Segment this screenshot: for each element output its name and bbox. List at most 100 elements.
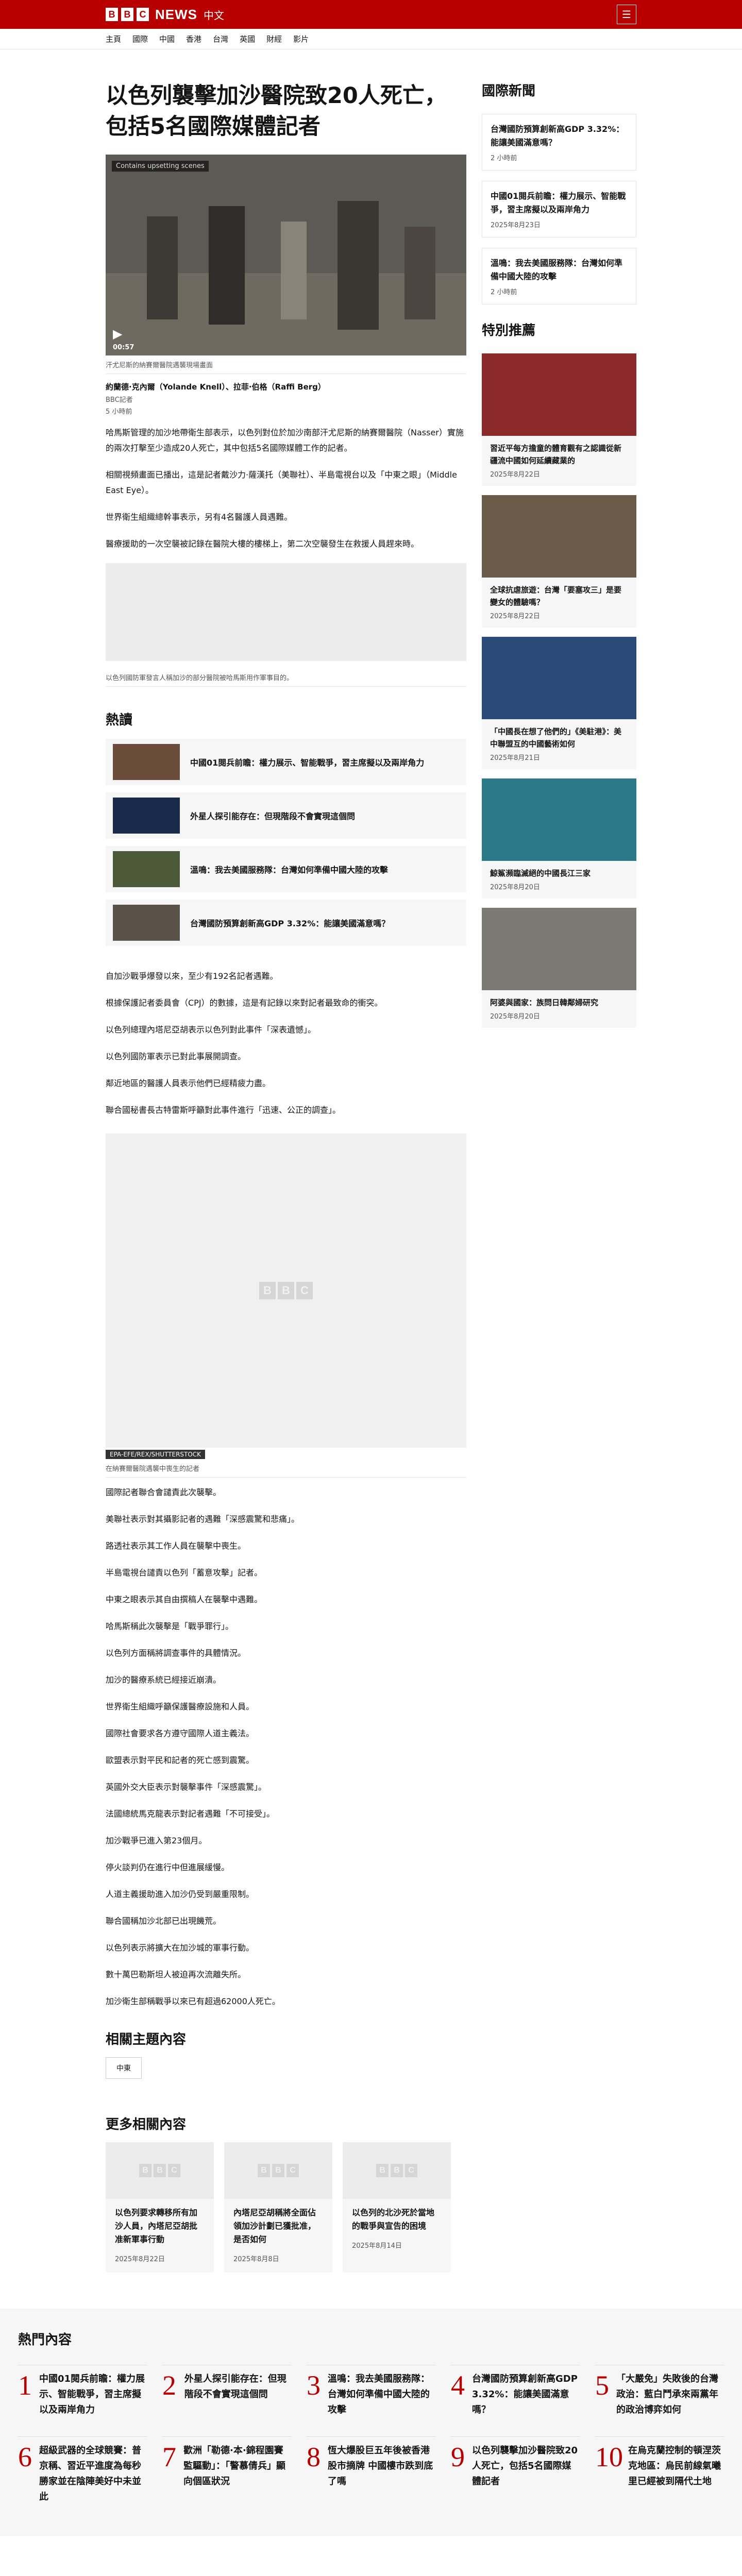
- most-read-item[interactable]: 4 台灣國防預算創新高GDP 3.32%：能讓美國滿意嗎？: [451, 2365, 580, 2418]
- sidebar-item-date: 2025年8月23日: [491, 222, 541, 229]
- paragraph: 國際社會要求各方遵守國際人道主義法。: [106, 1728, 255, 1738]
- video-duration: 00:57: [113, 344, 134, 351]
- hot-item[interactable]: 外星人探引能存在：但現階段不會實現這個問: [106, 792, 466, 839]
- hot-label: 台灣國防預算創新高GDP 3.32%：能讓美國滿意嗎？: [190, 919, 390, 928]
- most-read: 熱門內容 1 中國01閱兵前瞻：權力展示、智能戰爭，習主席擬以及兩岸角力 2 外星人…: [0, 2309, 742, 2536]
- nav-taiwan[interactable]: 台灣: [213, 33, 228, 44]
- featured-label: 「中國長在想了他們的」《美駐港》：美中聯盟互的中國藝術如何: [490, 727, 622, 749]
- rank-number: 3: [307, 2370, 321, 2401]
- paragraph: 以色列方面稱將調查事件的具體情況。: [106, 1648, 246, 1658]
- most-read-label: 台灣國防預算創新高GDP 3.32%：能讓美國滿意嗎？: [472, 2374, 578, 2415]
- embedded-media: [106, 563, 466, 661]
- card-image: BBC: [106, 2142, 214, 2199]
- featured-label: 阿婆與國家：族問日韓鄰婦研究: [490, 998, 599, 1007]
- nav-world[interactable]: 國際: [132, 33, 148, 44]
- sidebar-item[interactable]: 台灣國防預算創新高GDP 3.32%：能讓美國滿意嗎？ 2 小時前: [482, 114, 636, 171]
- nav-china[interactable]: 中國: [159, 33, 175, 44]
- play-icon[interactable]: ▶: [113, 327, 125, 341]
- sidebar-item[interactable]: 中國01閱兵前瞻：權力展示、智能戰爭，習主席擬以及兩岸角力 2025年8月23日: [482, 181, 636, 238]
- article-date: 5 小時前: [106, 408, 132, 416]
- nav-bar: 主頁 國際 中國 香港 台灣 英國 財經 影片: [0, 29, 742, 49]
- hot-thumb: [113, 744, 180, 780]
- most-read-item[interactable]: 9 以色列襲擊加沙醫院致20人死亡，包括5名國際媒體記者: [451, 2436, 580, 2505]
- brand-name: NEWS: [155, 6, 197, 22]
- related-card[interactable]: BBC 以色列的北沙死於當地的戰爭與宣告的困境 2025年8月14日: [343, 2142, 451, 2273]
- featured-image: [482, 908, 636, 990]
- rank-number: 2: [162, 2370, 176, 2401]
- top-bar: B B C NEWS 中文 ☰: [0, 0, 742, 29]
- most-read-title: 熱門內容: [18, 2332, 72, 2348]
- hot-item[interactable]: 台灣國防預算創新高GDP 3.32%：能讓美國滿意嗎？: [106, 900, 466, 946]
- hot-item[interactable]: 溫鳴：我去美國服務隊：台灣如何準備中國大陸的攻擊: [106, 846, 466, 892]
- card-date: 2025年8月22日: [115, 2256, 165, 2263]
- most-read-label: 外星人探引能存在：但現階段不會實現這個問: [184, 2374, 286, 2400]
- logo-block-2: B: [121, 8, 133, 21]
- photo-credit: EPA-EFE/REX/SHUTTERSTOCK: [106, 1450, 206, 1459]
- featured-date: 2025年8月20日: [490, 884, 540, 891]
- topic-tag[interactable]: 中東: [106, 2057, 142, 2079]
- rank-number: 9: [451, 2442, 465, 2472]
- article: 以色列襲擊加沙醫院致20人死亡，包括5名國際媒體記者 Contains upse…: [106, 80, 466, 2273]
- rank-number: 8: [307, 2442, 321, 2472]
- most-read-item[interactable]: 2 外星人探引能存在：但現階段不會實現這個問: [162, 2365, 291, 2418]
- featured-card[interactable]: 全球抗虐旅遊：台灣「要塞攻三」是要變女的體驗嗎？ 2025年8月22日: [482, 495, 636, 628]
- hot-item[interactable]: 中國01閱兵前瞻：權力展示、智能戰爭，習主席擬以及兩岸角力: [106, 739, 466, 785]
- video-player[interactable]: Contains upsetting scenes ▶ 00:57: [106, 155, 466, 355]
- most-read-label: 在烏克蘭控制的頓涅茨克地區：烏民前線氣曦里已經被到隔代土地: [628, 2445, 721, 2487]
- related-title: 相關主題內容: [106, 2032, 187, 2047]
- logo-block-3: C: [137, 8, 149, 21]
- related-card[interactable]: BBC 以色列要求轉移所有加沙人員，內塔尼亞胡批准新軍事行動 2025年8月22…: [106, 2142, 214, 2273]
- related-card[interactable]: BBC 內塔尼亞胡稱將全面佔領加沙計劃已獲批准，是否如何 2025年8月8日: [224, 2142, 332, 2273]
- photo-caption: 在納賽爾醫院遇襲中喪生的記者: [106, 1459, 466, 1478]
- most-read-item[interactable]: 7 歡洲「勒德·本·錦程園賽監驅動」：「警慕倩兵」顯向個區狀況: [162, 2436, 291, 2505]
- rank-number: 5: [595, 2370, 609, 2401]
- featured-card[interactable]: 「中國長在想了他們的」《美駐港》：美中聯盟互的中國藝術如何 2025年8月21日: [482, 637, 636, 769]
- featured-card[interactable]: 阿婆與國家：族問日韓鄰婦研究 2025年8月20日: [482, 908, 636, 1028]
- media-caption: 以色列國防軍發言人稱加沙的部分醫院被哈馬斯用作軍事目的。: [106, 668, 466, 687]
- nav-home[interactable]: 主頁: [106, 33, 121, 44]
- most-read-item[interactable]: 5 「大嚴免」失敗後的台灣政治：藍白鬥承來兩黨年的政治博弈如何: [595, 2365, 724, 2418]
- sidebar-item-label: 台灣國防預算創新高GDP 3.32%：能讓美國滿意嗎？: [491, 124, 625, 147]
- nav-video[interactable]: 影片: [293, 33, 309, 44]
- most-read-item[interactable]: 6 超級武器的全球競賽：普京稱、習近平進度為每秒勝家並在陰陣美好中未並此: [18, 2436, 147, 2505]
- paragraph: 醫療援助的一次空襲被記錄在醫院大樓的樓梯上，第二次空襲發生在救援人員趕來時。: [106, 539, 419, 549]
- rank-number: 1: [18, 2370, 32, 2401]
- sidebar-item[interactable]: 溫鳴：我去美國服務隊：台灣如何準備中國大陸的攻擊 2 小時前: [482, 248, 636, 304]
- hot-label: 外星人探引能存在：但現階段不會實現這個問: [190, 811, 356, 821]
- featured-label: 全球抗虐旅遊：台灣「要塞攻三」是要變女的體驗嗎？: [490, 585, 622, 607]
- sidebar-item-label: 溫鳴：我去美國服務隊：台灣如何準備中國大陸的攻擊: [491, 258, 623, 281]
- paragraph: 聯合國稱加沙北部已出現饑荒。: [106, 1916, 222, 1926]
- sidebar-title: 國際新聞: [482, 83, 536, 99]
- nav-business[interactable]: 財經: [266, 33, 282, 44]
- nav-hongkong[interactable]: 香港: [186, 33, 201, 44]
- featured-image: [482, 778, 636, 861]
- featured-card[interactable]: 習近平每方擔童的體育觀有之認識從新疆流中國如何延續藏業的 2025年8月22日: [482, 353, 636, 486]
- paragraph: 國際記者聯合會譴責此次襲擊。: [106, 1487, 222, 1497]
- page-title: 以色列襲擊加沙醫院致20人死亡，包括5名國際媒體記者: [106, 83, 447, 140]
- most-read-item[interactable]: 10 在烏克蘭控制的頓涅茨克地區：烏民前線氣曦里已經被到隔代土地: [595, 2436, 724, 2505]
- paragraph: 以色列表示將擴大在加沙城的軍事行動。: [106, 1943, 255, 1953]
- paragraph: 自加沙戰爭爆發以來，至少有192名記者遇難。: [106, 971, 278, 981]
- nav-uk[interactable]: 英國: [240, 33, 255, 44]
- card-title: 內塔尼亞胡稱將全面佔領加沙計劃已獲批准，是否如何: [233, 2208, 316, 2244]
- paragraph: 半島電視台譴責以色列「蓄意攻擊」記者。: [106, 1568, 263, 1578]
- card-image: BBC: [224, 2142, 332, 2199]
- sidebar-item-date: 2 小時前: [491, 155, 517, 162]
- card-image: BBC: [343, 2142, 451, 2199]
- most-read-label: 溫鳴：我去美國服務隊：台灣如何準備中國大陸的攻擊: [328, 2374, 430, 2415]
- most-read-item[interactable]: 3 溫鳴：我去美國服務隊：台灣如何準備中國大陸的攻擊: [307, 2365, 435, 2418]
- menu-icon[interactable]: ☰: [617, 5, 636, 24]
- sidebar: 國際新聞 台灣國防預算創新高GDP 3.32%：能讓美國滿意嗎？ 2 小時前 中國…: [482, 80, 636, 2273]
- video-warning: Contains upsetting scenes: [112, 161, 209, 172]
- bbc-logo[interactable]: B B C NEWS 中文: [106, 7, 224, 23]
- featured-card[interactable]: 鯨鯊瀕臨滅絕的中國長江三家 2025年8月20日: [482, 778, 636, 899]
- paragraph: 加沙戰爭已進入第23個月。: [106, 1836, 207, 1845]
- hot-thumb: [113, 851, 180, 887]
- most-read-item[interactable]: 1 中國01閱兵前瞻：權力展示、智能戰爭，習主席擬以及兩岸角力: [18, 2365, 147, 2418]
- most-read-item[interactable]: 8 恆大爆股巨五年後被香港股市摘牌 中國樓市跌到底了嗎: [307, 2436, 435, 2505]
- card-title: 以色列要求轉移所有加沙人員，內塔尼亞胡批准新軍事行動: [115, 2208, 198, 2244]
- featured-image: [482, 353, 636, 436]
- rank-number: 10: [595, 2442, 623, 2472]
- card-date: 2025年8月14日: [352, 2242, 402, 2250]
- hot-label: 溫鳴：我去美國服務隊：台灣如何準備中國大陸的攻擊: [190, 865, 389, 875]
